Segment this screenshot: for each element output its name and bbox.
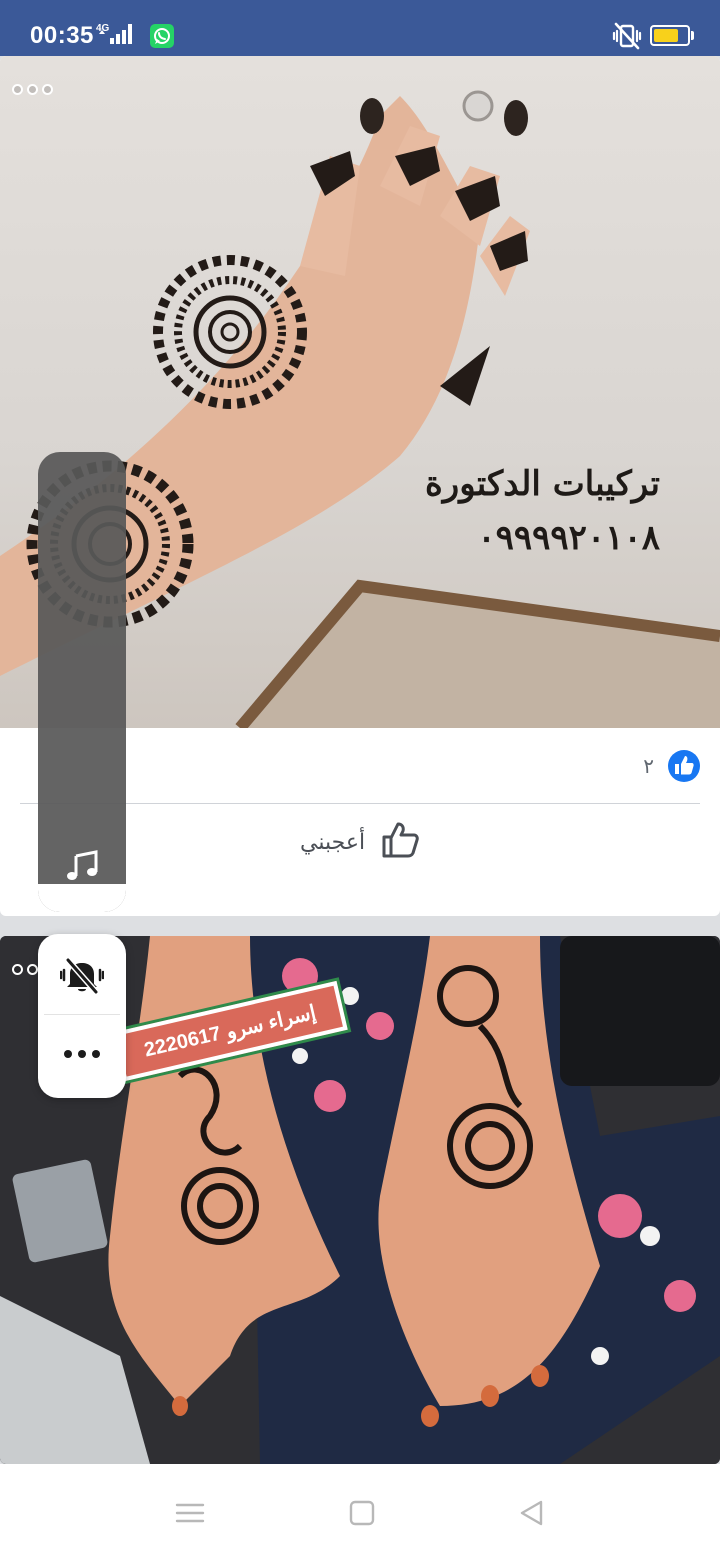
floating-music-control[interactable] [38, 452, 126, 912]
whatsapp-icon [150, 24, 174, 48]
like-button-label: أعجبني [300, 829, 366, 855]
like-button[interactable]: أعجبني [300, 820, 419, 864]
floating-menu [38, 934, 126, 1098]
reaction-summary[interactable]: ٢ [643, 748, 700, 784]
back-icon[interactable] [516, 1498, 548, 1528]
reaction-count: ٢ [643, 754, 654, 778]
battery-tip [691, 31, 694, 40]
more-options-icon[interactable] [12, 84, 53, 98]
home-icon[interactable] [346, 1498, 378, 1528]
signal-icon: 4G [96, 20, 142, 48]
image-caption-phone: ٠٩٩٩٩٢٠١٠٨ [477, 518, 660, 558]
vibrate-icon [612, 22, 642, 50]
ribbon-number: 2220617 [142, 1022, 223, 1062]
status-time: 00:35 [30, 22, 94, 49]
battery-level [654, 29, 678, 42]
more-icon[interactable] [64, 1048, 100, 1060]
floating-control-base [38, 884, 126, 912]
menu-icon[interactable] [174, 1498, 206, 1528]
mute-icon[interactable] [59, 956, 105, 996]
music-note-icon[interactable] [64, 848, 100, 884]
like-reaction-icon [668, 750, 700, 782]
navigation-bar [0, 1464, 720, 1560]
status-bar: 00:35 4G [0, 0, 720, 56]
ribbon-name: إسراء سرو [224, 1001, 318, 1044]
thumbs-up-icon [381, 821, 419, 863]
image-caption-title: تركيبات الدكتورة [424, 464, 660, 504]
battery-icon [650, 25, 690, 46]
menu-divider [44, 1014, 120, 1015]
